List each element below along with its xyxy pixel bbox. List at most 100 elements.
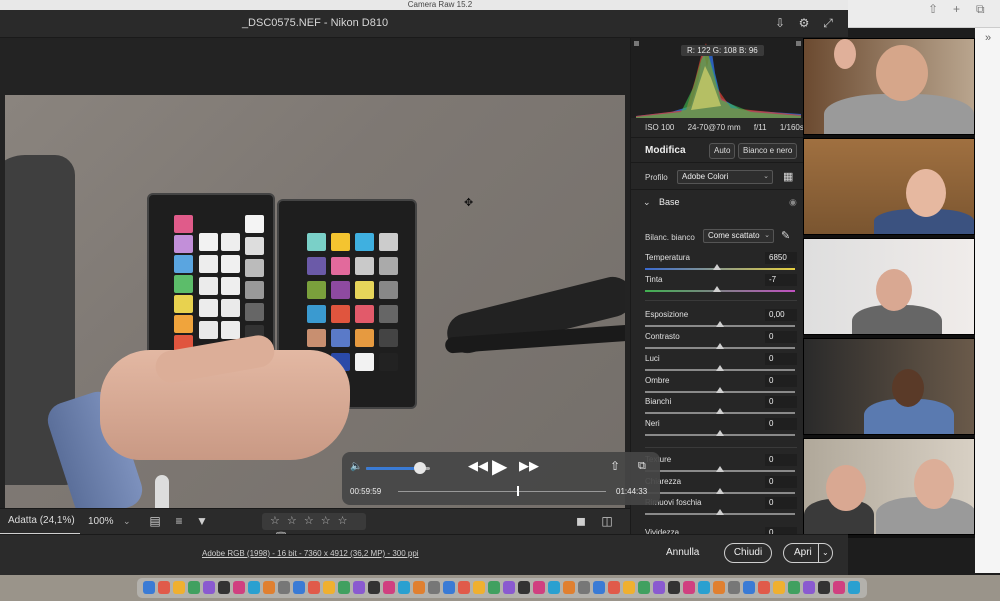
slider-value-input[interactable]: 0: [765, 497, 797, 509]
slider-row[interactable]: Neri 0: [645, 418, 797, 441]
open-button[interactable]: Apri ⌄: [783, 543, 833, 563]
slider-value-input[interactable]: 0: [765, 375, 797, 387]
slider-value-input[interactable]: 0: [765, 476, 797, 488]
dock-app-icon[interactable]: [563, 581, 575, 594]
dock-app-icon[interactable]: [683, 581, 695, 594]
call-tile-2[interactable]: [803, 138, 975, 235]
dock-app-icon[interactable]: [533, 581, 545, 594]
rewind-icon[interactable]: ◀◀: [468, 458, 488, 474]
slider-value-input[interactable]: 0: [765, 396, 797, 408]
dock-app-icon[interactable]: [698, 581, 710, 594]
call-tile-5[interactable]: [803, 438, 975, 535]
rating-stars[interactable]: ☆ ☆ ☆ ☆ ☆: [270, 515, 350, 527]
wb-select[interactable]: Come scattato ⌄: [703, 229, 774, 243]
dock-app-icon[interactable]: [668, 581, 680, 594]
filter-icon[interactable]: ▼: [195, 514, 209, 528]
dock-app-icon[interactable]: [833, 581, 845, 594]
chevron-down-icon[interactable]: ⌄: [123, 516, 131, 527]
dock-app-icon[interactable]: [458, 581, 470, 594]
zoom-level[interactable]: 100%: [88, 509, 114, 535]
slider-thumb[interactable]: [713, 286, 721, 292]
call-tile-4[interactable]: [803, 338, 975, 435]
slider-row[interactable]: Ombre 0: [645, 375, 797, 398]
save-icon[interactable]: ⇩: [772, 15, 788, 31]
bw-button[interactable]: Bianco e nero: [738, 143, 798, 159]
base-section-header[interactable]: ⌄ Base ◉: [631, 191, 803, 215]
visibility-eye-icon[interactable]: ◉: [789, 197, 797, 208]
dock-app-icon[interactable]: [368, 581, 380, 594]
dock-app-icon[interactable]: [143, 581, 155, 594]
dock-app-icon[interactable]: [758, 581, 770, 594]
slider-value-input[interactable]: 0: [765, 331, 797, 343]
dock-app-icon[interactable]: [383, 581, 395, 594]
volume-knob[interactable]: [414, 462, 427, 474]
dock-app-icon[interactable]: [188, 581, 200, 594]
call-tile-1[interactable]: [803, 38, 975, 135]
dock-app-icon[interactable]: [653, 581, 665, 594]
dock-app-icon[interactable]: [308, 581, 320, 594]
slider-value-input[interactable]: 0,00: [765, 309, 797, 321]
slider-row[interactable]: Texture0: [645, 454, 797, 477]
dock-app-icon[interactable]: [818, 581, 830, 594]
workflow-options-link[interactable]: Adobe RGB (1998) - 16 bit - 7360 x 4912 …: [202, 549, 419, 558]
slider-thumb[interactable]: [716, 488, 724, 494]
dock-app-icon[interactable]: [398, 581, 410, 594]
slider-thumb[interactable]: [716, 509, 724, 515]
dock-app-icon[interactable]: [413, 581, 425, 594]
tabs-overview-icon[interactable]: ⧉: [976, 2, 985, 17]
forward-icon[interactable]: ▶▶: [519, 458, 539, 474]
slider-thumb[interactable]: [716, 408, 724, 414]
before-after-icon[interactable]: ◼: [574, 514, 588, 528]
star-rating[interactable]: ☆ ☆ ☆ ☆ ☆🗑: [262, 513, 366, 544]
slider-row[interactable]: Tinta -7: [645, 274, 797, 297]
slider-thumb[interactable]: [716, 365, 724, 371]
dock-app-icon[interactable]: [488, 581, 500, 594]
dock-app-icon[interactable]: [743, 581, 755, 594]
new-tab-icon[interactable]: +: [953, 2, 960, 16]
slider-thumb[interactable]: [716, 321, 724, 327]
dock-app-icon[interactable]: [518, 581, 530, 594]
filmstrip-icon[interactable]: ▤: [148, 514, 162, 528]
image-canvas[interactable]: [0, 38, 630, 508]
fullscreen-icon[interactable]: ⤢: [820, 15, 836, 31]
dock-app-icon[interactable]: [713, 581, 725, 594]
slider-row[interactable]: Esposizione 0,00: [645, 309, 797, 332]
slider-row[interactable]: Temperatura 6850: [645, 252, 797, 275]
eyedropper-icon[interactable]: ✎: [781, 229, 790, 242]
slider-value-input[interactable]: 0: [765, 418, 797, 430]
dock-app-icon[interactable]: [203, 581, 215, 594]
dock-app-icon[interactable]: [728, 581, 740, 594]
dock-app-icon[interactable]: [608, 581, 620, 594]
slider-row[interactable]: Luci 0: [645, 353, 797, 376]
profile-select[interactable]: Adobe Colori ⌄: [677, 170, 773, 184]
zoom-fit-button[interactable]: Adatta (24,1%): [0, 509, 80, 535]
dock-app-icon[interactable]: [548, 581, 560, 594]
call-tile-3[interactable]: [803, 238, 975, 335]
share-icon[interactable]: ⇧: [610, 459, 620, 473]
dock-app-icon[interactable]: [428, 581, 440, 594]
slider-thumb[interactable]: [716, 343, 724, 349]
close-button[interactable]: Chiudi: [724, 543, 772, 563]
dock-app-icon[interactable]: [788, 581, 800, 594]
slider-row[interactable]: Rimuovi foschia 0: [645, 497, 797, 520]
chevron-right-icon[interactable]: »: [985, 32, 991, 44]
dock-app-icon[interactable]: [638, 581, 650, 594]
auto-button[interactable]: Auto: [709, 143, 736, 159]
slider-thumb[interactable]: [713, 264, 721, 270]
chevron-down-icon[interactable]: ⌄: [822, 544, 829, 562]
gear-icon[interactable]: ⚙: [796, 15, 812, 31]
slider-value-input[interactable]: 0: [765, 353, 797, 365]
dock-app-icon[interactable]: [338, 581, 350, 594]
dock-app-icon[interactable]: [848, 581, 860, 594]
picture-in-picture-icon[interactable]: ⧉: [638, 460, 646, 473]
dock-app-icon[interactable]: [773, 581, 785, 594]
dock-app-icon[interactable]: [173, 581, 185, 594]
chevron-down-icon[interactable]: ⌄: [643, 197, 651, 208]
dock-app-icon[interactable]: [323, 581, 335, 594]
slider-value-input[interactable]: -7: [765, 274, 797, 286]
volume-icon[interactable]: 🔈: [350, 461, 362, 472]
compare-icon[interactable]: ◫: [600, 514, 614, 528]
dock-app-icon[interactable]: [443, 581, 455, 594]
dock-app-icon[interactable]: [158, 581, 170, 594]
slider-value-input[interactable]: 0: [765, 527, 797, 534]
